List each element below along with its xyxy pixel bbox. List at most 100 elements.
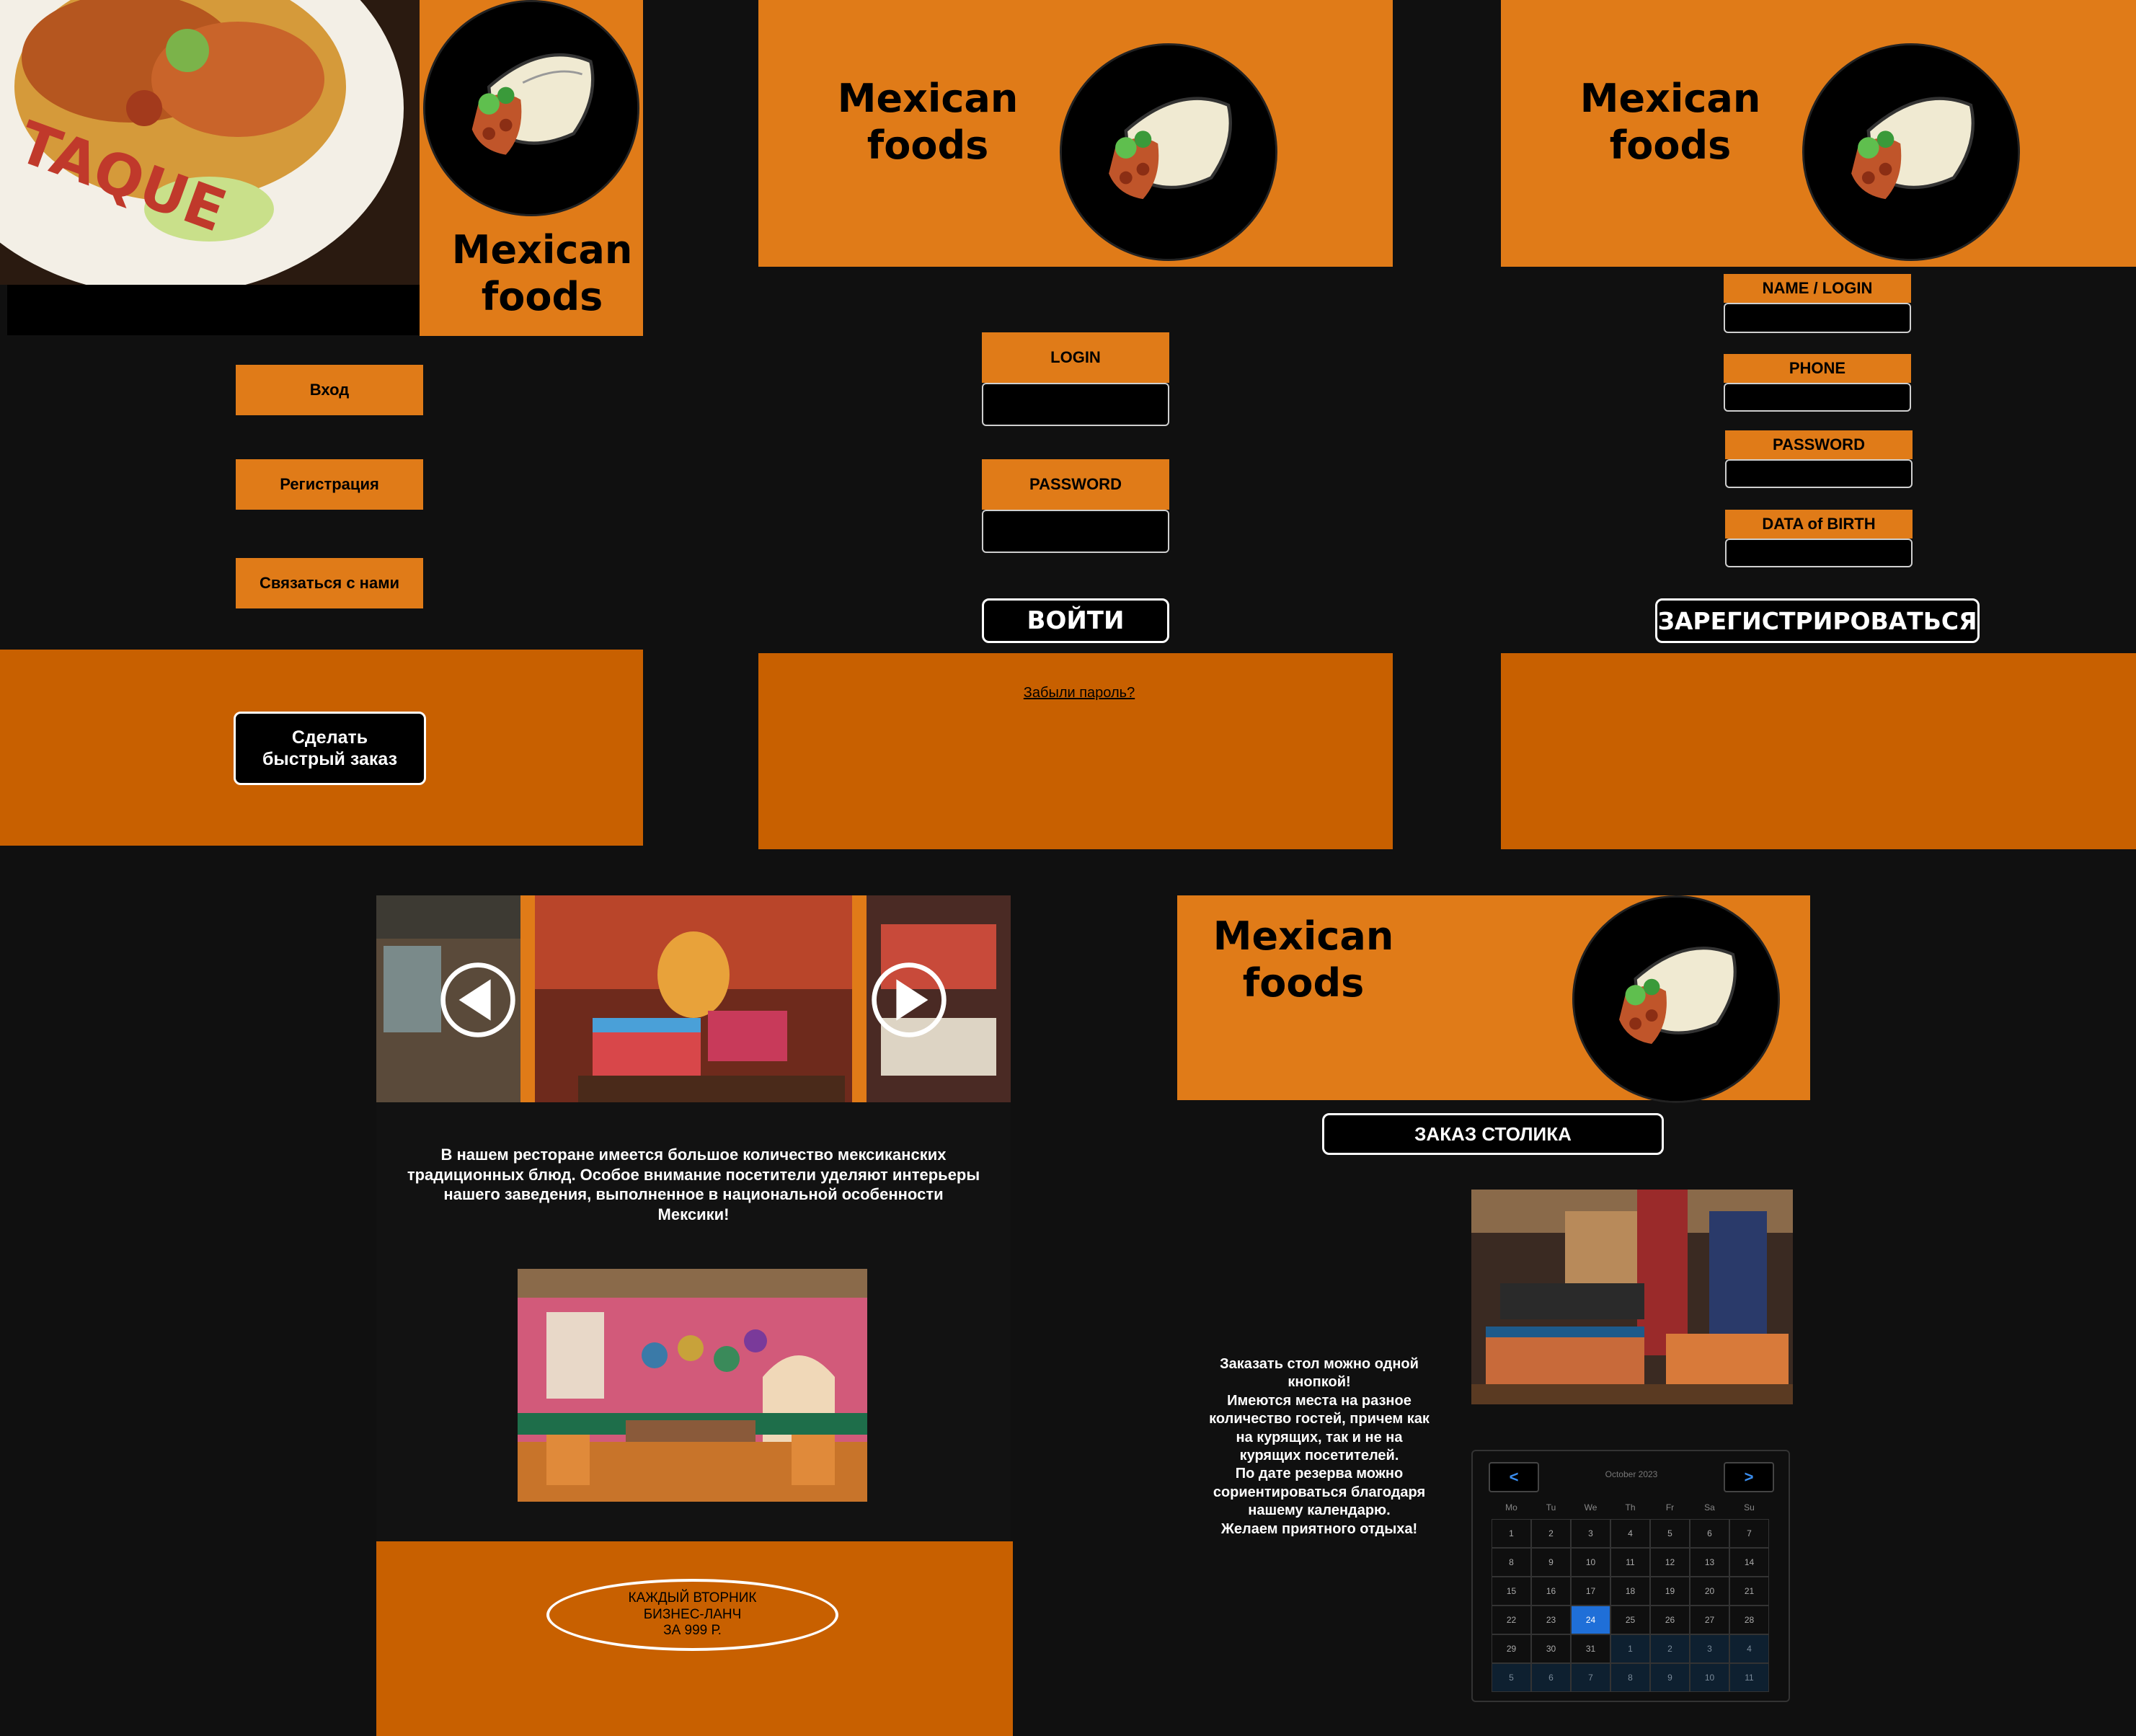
calendar-month-label: October 2023	[1605, 1469, 1658, 1479]
register-footer-panel	[1501, 653, 2136, 849]
register-menu-button[interactable]: Регистрация	[236, 459, 423, 510]
password-label: PASSWORD	[1725, 430, 1913, 459]
calendar-day[interactable]: 27	[1690, 1606, 1729, 1634]
calendar-day[interactable]: 11	[1729, 1663, 1769, 1692]
calendar-day[interactable]: 17	[1571, 1577, 1610, 1606]
calendar-day[interactable]: 8	[1492, 1548, 1531, 1577]
weekday-label: We	[1584, 1502, 1597, 1513]
weekday-label: Su	[1744, 1502, 1755, 1513]
calendar-day[interactable]: 3	[1571, 1519, 1610, 1548]
calendar-day[interactable]: 22	[1492, 1606, 1531, 1634]
calendar-day[interactable]: 31	[1571, 1634, 1610, 1663]
name-login-label: NAME / LOGIN	[1724, 274, 1911, 303]
password-field-label: PASSWORD	[982, 459, 1169, 510]
calendar-day-grid: 1 2 3 4 5 6 7 8 9 10 11 12 13 14 15 16 17 18 19 20 21 22 23 24 2…	[1492, 1519, 1769, 1692]
calendar-day[interactable]: 9	[1650, 1663, 1690, 1692]
about-description: В нашем ресторане имеется большое количе…	[407, 1146, 980, 1223]
burrito-logo-icon	[1802, 43, 2020, 261]
calendar-day[interactable]: 13	[1690, 1548, 1729, 1577]
calendar-day[interactable]: 26	[1650, 1606, 1690, 1634]
calendar-day[interactable]: 5	[1650, 1519, 1690, 1548]
login-input[interactable]	[982, 383, 1169, 426]
booking-header: Mexican foods	[1177, 895, 1810, 1103]
calendar-day[interactable]: 2	[1531, 1519, 1571, 1548]
calendar-day[interactable]: 28	[1729, 1606, 1769, 1634]
brand-line-1: Mexican	[1579, 76, 1761, 121]
phone-label: PHONE	[1724, 354, 1911, 383]
calendar-day[interactable]: 6	[1531, 1663, 1571, 1692]
brand-line-2: foods	[867, 122, 989, 168]
weekday-label: Tu	[1546, 1502, 1556, 1513]
home-brand-panel: Mexican foods	[420, 0, 643, 336]
calendar-day[interactable]: 23	[1531, 1606, 1571, 1634]
interior-gallery[interactable]	[376, 895, 1011, 1102]
brand-name: Mexican foods	[448, 227, 636, 321]
brand-line-2: foods	[1242, 960, 1365, 1006]
forgot-password-link[interactable]: Забыли пароль?	[975, 685, 1184, 701]
calendar-day[interactable]: 5	[1492, 1663, 1531, 1692]
calendar-day[interactable]: 16	[1531, 1577, 1571, 1606]
weekday-label: Fr	[1665, 1502, 1675, 1513]
brand-line-1: Mexican	[451, 227, 633, 273]
contact-menu-button[interactable]: Связаться с нами	[236, 558, 423, 608]
play-left-icon[interactable]	[438, 960, 518, 1040]
calendar-day[interactable]: 10	[1690, 1663, 1729, 1692]
login-submit-button[interactable]: ВОЙТИ	[982, 598, 1169, 643]
login-field-label: LOGIN	[982, 332, 1169, 383]
brand-name: Mexican foods	[830, 76, 1025, 169]
calendar-day[interactable]: 18	[1610, 1577, 1650, 1606]
calendar-day[interactable]: 7	[1729, 1519, 1769, 1548]
calendar-day[interactable]: 24	[1571, 1606, 1610, 1634]
calendar-day[interactable]: 12	[1650, 1548, 1690, 1577]
hero-photo-bottom-strip	[7, 285, 420, 335]
book-table-button[interactable]: ЗАКАЗ СТОЛИКА	[1322, 1113, 1664, 1155]
calendar-day[interactable]: 2	[1650, 1634, 1690, 1663]
calendar-day[interactable]: 4	[1729, 1634, 1769, 1663]
register-submit-button[interactable]: ЗАРЕГИСТРИРОВАТЬСЯ	[1655, 598, 1980, 643]
booking-calendar[interactable]: < October 2023 > Mo Tu We Th Fr Sa Su 12…	[1471, 1450, 1790, 1702]
name-login-input[interactable]	[1724, 303, 1911, 333]
hero-tacos-photo: TAQUE	[0, 0, 420, 285]
calendar-day[interactable]: 4	[1610, 1519, 1650, 1548]
calendar-day[interactable]: 21	[1729, 1577, 1769, 1606]
calendar-day[interactable]: 15	[1492, 1577, 1531, 1606]
calendar-day[interactable]: 1	[1492, 1519, 1531, 1548]
brand-name: Mexican foods	[1573, 76, 1768, 169]
home-footer-panel: Сделать быстрый заказ	[0, 650, 643, 846]
register-header: Mexican foods	[1501, 0, 2136, 267]
calendar-day[interactable]: 10	[1571, 1548, 1610, 1577]
burrito-logo-icon	[1572, 895, 1780, 1103]
calendar-day[interactable]: 11	[1610, 1548, 1650, 1577]
calendar-day[interactable]: 9	[1531, 1548, 1571, 1577]
calendar-day[interactable]: 29	[1492, 1634, 1531, 1663]
calendar-day[interactable]: 1	[1610, 1634, 1650, 1663]
about-promo-panel: КАЖДЫЙ ВТОРНИК БИЗНЕС-ЛАНЧ ЗА 999 Р.	[376, 1541, 1013, 1736]
play-right-icon[interactable]	[869, 960, 949, 1040]
calendar-prev-button[interactable]: <	[1489, 1462, 1539, 1492]
brand-name: Mexican foods	[1206, 913, 1401, 1007]
brand-line-1: Mexican	[837, 76, 1019, 121]
calendar-day[interactable]: 8	[1610, 1663, 1650, 1692]
calendar-day[interactable]: 19	[1650, 1577, 1690, 1606]
password-input[interactable]	[982, 510, 1169, 553]
calendar-day[interactable]: 3	[1690, 1634, 1729, 1663]
pink-interior-photo	[518, 1269, 867, 1502]
register-password-input[interactable]	[1725, 459, 1913, 488]
login-header: Mexican foods	[758, 0, 1393, 267]
phone-input[interactable]	[1724, 383, 1911, 412]
brand-line-2: foods	[1609, 122, 1732, 168]
calendar-day[interactable]: 25	[1610, 1606, 1650, 1634]
calendar-day[interactable]: 7	[1571, 1663, 1610, 1692]
calendar-day[interactable]: 6	[1690, 1519, 1729, 1548]
burrito-logo-icon	[423, 0, 639, 216]
calendar-day[interactable]: 14	[1729, 1548, 1769, 1577]
weekday-label: Sa	[1704, 1502, 1715, 1513]
calendar-next-button[interactable]: >	[1724, 1462, 1774, 1492]
promo-text: КАЖДЫЙ ВТОРНИК БИЗНЕС-ЛАНЧ ЗА 999 Р.	[628, 1590, 757, 1639]
booking-interior-photo	[1471, 1190, 1793, 1404]
birth-date-input[interactable]	[1725, 539, 1913, 567]
calendar-day[interactable]: 20	[1690, 1577, 1729, 1606]
login-menu-button[interactable]: Вход	[236, 365, 423, 415]
calendar-day[interactable]: 30	[1531, 1634, 1571, 1663]
quick-order-button[interactable]: Сделать быстрый заказ	[234, 712, 426, 785]
